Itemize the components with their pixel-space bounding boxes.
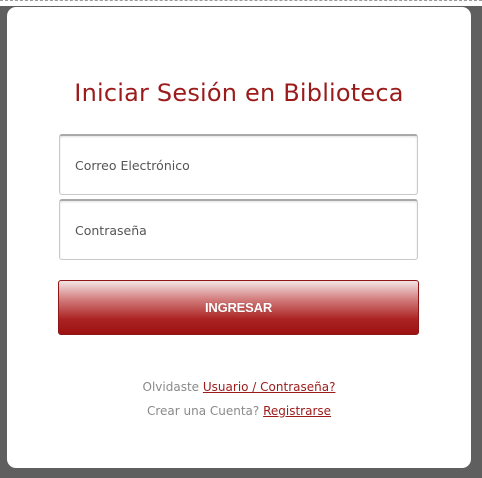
forgot-credentials-link[interactable]: Usuario / Contraseña?: [203, 380, 336, 394]
register-prefix: Crear una Cuenta?: [146, 404, 260, 418]
page-title: Iniciar Sesión en Biblioteca: [74, 79, 404, 107]
login-page: { "login": { "title": "Iniciar Sesión en…: [0, 0, 482, 478]
top-strip: [0, 0, 482, 6]
password-field[interactable]: [60, 201, 417, 259]
forgot-prefix: Olvidaste: [142, 380, 200, 394]
login-button[interactable]: INGRESAR: [58, 280, 419, 335]
register-row: Crear una Cuenta? Registrarse: [7, 402, 471, 420]
forgot-credentials-row: Olvidaste Usuario / Contraseña?: [7, 378, 471, 396]
login-card: Iniciar Sesión en Biblioteca INGRESAR Ol…: [7, 7, 471, 468]
register-link[interactable]: Registrarse: [263, 404, 331, 418]
email-field[interactable]: [60, 136, 417, 194]
email-field-wrapper: [59, 134, 418, 195]
password-field-wrapper: [59, 199, 418, 260]
